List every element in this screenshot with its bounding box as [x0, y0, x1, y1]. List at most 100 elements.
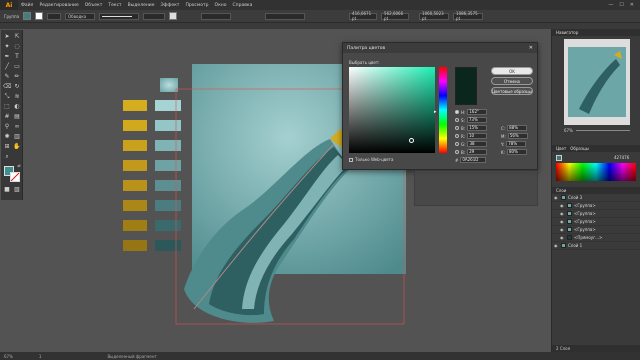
zoom-tool-icon[interactable]: ⌕ [3, 153, 11, 161]
hue-slider[interactable] [439, 67, 447, 153]
layer-row[interactable]: ◉ <Группа> [552, 226, 640, 234]
width-field[interactable]: 1060,5023 pt [419, 11, 450, 21]
menu-object[interactable]: Объект [82, 3, 106, 8]
visibility-eye-icon[interactable]: ◉ [560, 219, 565, 224]
tab-swatches[interactable]: Образцы [570, 146, 589, 151]
saturation-radio[interactable] [455, 118, 459, 122]
y-field[interactable]: 562,6066 pt [381, 11, 410, 21]
color-spectrum[interactable] [556, 163, 636, 181]
visibility-eye-icon[interactable]: ◉ [560, 235, 565, 240]
color-panel-hex[interactable]: 427476 [614, 155, 629, 160]
pencil-icon[interactable]: ✏ [13, 73, 21, 81]
close-icon[interactable]: ✕ [630, 2, 634, 8]
blue-field[interactable]: 29 [467, 149, 488, 155]
blue-radio[interactable] [455, 150, 459, 154]
mesh-tool-icon[interactable]: # [3, 113, 11, 121]
maximize-icon[interactable]: ☐ [619, 2, 623, 8]
visibility-eye-icon[interactable]: ◉ [554, 243, 559, 248]
shape-builder-icon[interactable]: ◐ [13, 103, 21, 111]
stroke-swatch[interactable] [35, 12, 44, 20]
brightness-radio[interactable] [455, 126, 459, 130]
align-buttons[interactable] [265, 12, 306, 20]
opacity-field[interactable] [201, 12, 232, 20]
gradient-mode-icon[interactable]: ▧ [13, 186, 21, 194]
navigator-zoom-bar[interactable]: 67% [564, 128, 630, 133]
gradient-tool-icon[interactable]: ▤ [13, 113, 21, 121]
color-mode-icon[interactable]: ■ [3, 186, 11, 194]
scale-icon[interactable]: ⤡ [3, 93, 11, 101]
yellow-field[interactable]: 78% [506, 141, 527, 147]
color-field[interactable] [349, 67, 435, 153]
color-swatches-button[interactable]: Цветовые образцы [491, 87, 533, 95]
width-tool-icon[interactable]: ≋ [13, 93, 21, 101]
minimize-icon[interactable]: — [608, 2, 613, 8]
status-page[interactable]: 1 [39, 354, 42, 359]
menu-file[interactable]: Файл [18, 3, 36, 8]
eraser-icon[interactable]: ⌫ [3, 83, 11, 91]
menu-edit[interactable]: Редактирование [36, 3, 81, 8]
tab-color[interactable]: Цвет [556, 146, 566, 151]
swap-colors-icon[interactable]: ⇄ [15, 162, 23, 170]
layer-row[interactable]: ◉ Слой 1 [552, 242, 640, 250]
rectangle-tool-icon[interactable]: ▭ [13, 63, 21, 71]
layer-row[interactable]: ◉ <Группа> [552, 218, 640, 226]
cyan-field[interactable]: 88% [507, 125, 528, 131]
selection-tool-icon[interactable]: ➤ [3, 33, 11, 41]
hue-slider-handle-icon[interactable]: ▸ [434, 109, 437, 115]
visibility-eye-icon[interactable]: ◉ [560, 227, 565, 232]
pen-tool-icon[interactable]: ✒ [3, 53, 11, 61]
menu-view[interactable]: Просмотр [182, 3, 211, 8]
layer-row[interactable]: ◉ <Группа> [552, 202, 640, 210]
menu-type[interactable]: Текст [105, 3, 124, 8]
saturation-field[interactable]: 73% [466, 117, 487, 123]
layer-row[interactable]: ◉ Слой 3 [552, 194, 640, 202]
dialog-close-icon[interactable]: ✕ [529, 45, 533, 51]
magic-wand-icon[interactable]: ✦ [3, 43, 11, 51]
graphic-style-swatch[interactable] [169, 12, 178, 20]
stroke-weight-field[interactable] [47, 12, 62, 20]
brightness-field[interactable]: 15% [467, 125, 488, 131]
x-field[interactable]: 416,6671 pt [349, 11, 378, 21]
paintbrush-icon[interactable]: ✎ [3, 73, 11, 81]
visibility-eye-icon[interactable]: ◉ [560, 203, 565, 208]
layer-row[interactable]: ◉ <Группа> [552, 210, 640, 218]
color-panel-fill-swatch[interactable] [556, 155, 562, 161]
red-field[interactable]: 10 [467, 133, 488, 139]
menu-help[interactable]: Справка [230, 3, 256, 8]
stroke-style-dropdown[interactable]: Обводка [65, 12, 96, 20]
navigator-preview[interactable] [564, 39, 630, 125]
hue-field[interactable]: 162° [467, 109, 488, 115]
visibility-eye-icon[interactable]: ◉ [554, 195, 559, 200]
hand-tool-icon[interactable]: ✋ [13, 143, 21, 151]
green-radio[interactable] [455, 142, 459, 146]
black-field[interactable]: 80% [506, 149, 527, 155]
web-colors-checkbox[interactable] [349, 157, 353, 162]
magenta-field[interactable]: 56% [507, 133, 528, 139]
type-tool-icon[interactable]: T [13, 53, 21, 61]
layer-row[interactable]: ◉ <Прямоуг...> [552, 234, 640, 242]
stroke-color-box[interactable] [10, 172, 20, 182]
fill-swatch[interactable] [23, 12, 32, 20]
cancel-button[interactable]: Отмена [491, 77, 533, 85]
status-zoom[interactable]: 67% [4, 354, 13, 359]
menu-window[interactable]: Окно [212, 3, 230, 8]
hex-field[interactable]: 0A261D [460, 157, 487, 163]
rotate-icon[interactable]: ↻ [13, 83, 21, 91]
zoom-slider[interactable] [575, 130, 630, 131]
symbol-sprayer-icon[interactable]: ✺ [3, 133, 11, 141]
direct-selection-tool-icon[interactable]: ⇱ [13, 33, 21, 41]
green-field[interactable]: 38 [467, 141, 488, 147]
hue-radio[interactable] [455, 110, 459, 114]
menu-select[interactable]: Выделение [125, 3, 158, 8]
height-field[interactable]: 1086,3575 pt [453, 11, 484, 21]
menu-effect[interactable]: Эффект [157, 3, 182, 8]
line-tool-icon[interactable]: ╱ [3, 63, 11, 71]
red-radio[interactable] [455, 134, 459, 138]
free-transform-icon[interactable]: ⬚ [3, 103, 11, 111]
eyedropper-icon[interactable]: ⚲ [3, 123, 11, 131]
lasso-icon[interactable]: ◌ [13, 43, 21, 51]
blend-tool-icon[interactable]: ∞ [13, 123, 21, 131]
ok-button[interactable]: OK [491, 67, 533, 75]
style-dropdown[interactable] [143, 12, 166, 20]
artboard-tool-icon[interactable]: ⊞ [3, 143, 11, 151]
